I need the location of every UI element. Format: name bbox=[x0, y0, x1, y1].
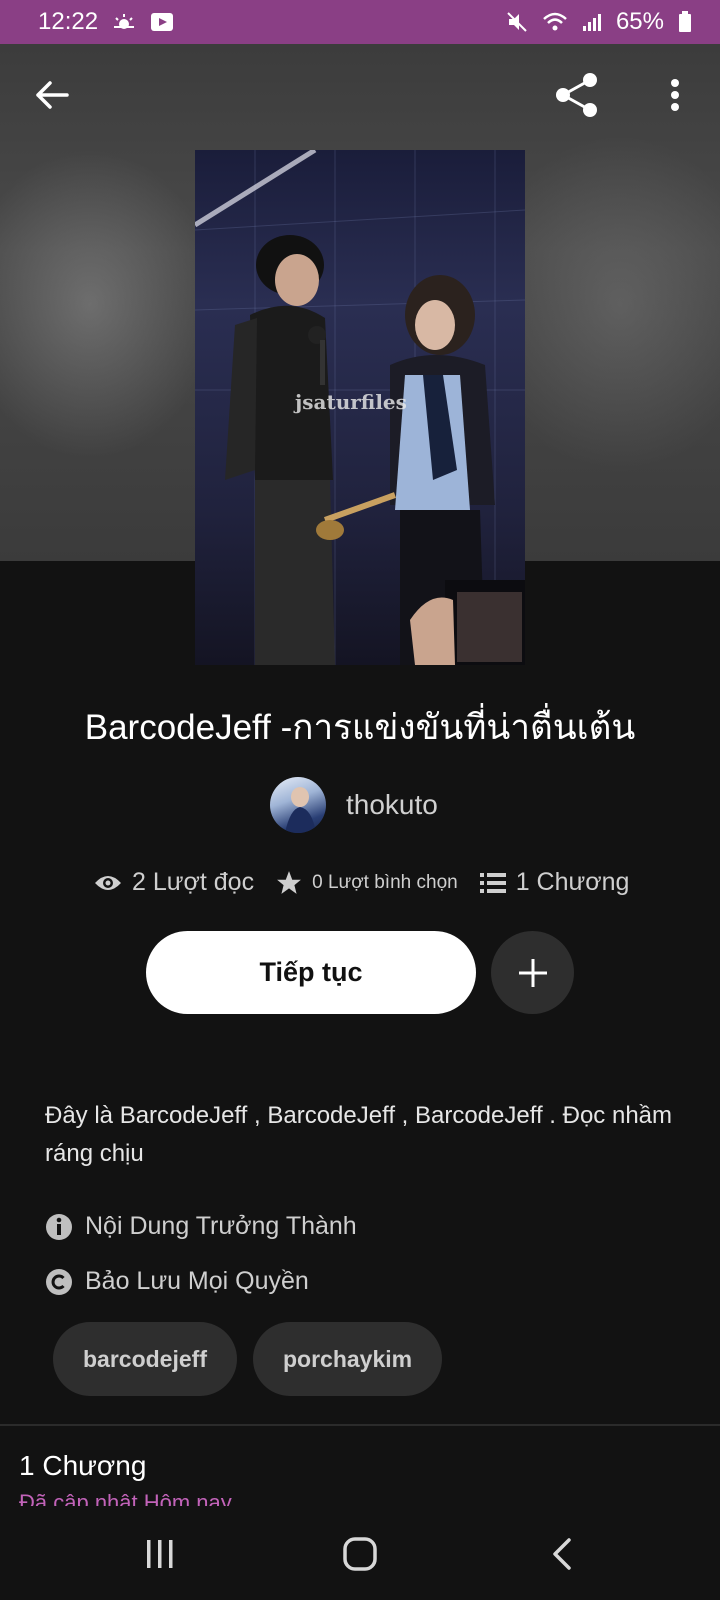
system-back-button[interactable] bbox=[532, 1524, 592, 1584]
author-link[interactable]: thokuto bbox=[270, 777, 438, 833]
cover-watermark: jsaturfiles bbox=[295, 390, 407, 414]
parts-stat: 1 Chương bbox=[479, 868, 630, 897]
video-notification-icon bbox=[150, 11, 174, 33]
share-button[interactable] bbox=[549, 67, 605, 123]
copyright-row: Bảo Lưu Mọi Quyền bbox=[45, 1267, 309, 1296]
info-icon bbox=[46, 1213, 72, 1240]
tag-chip[interactable]: porchaykim bbox=[252, 1322, 443, 1396]
back-button[interactable] bbox=[24, 67, 80, 123]
author-name[interactable]: thokuto bbox=[346, 789, 438, 821]
copyright-icon bbox=[46, 1268, 72, 1295]
copyright-label: Bảo Lưu Mọi Quyền bbox=[85, 1267, 309, 1295]
section-divider bbox=[0, 1424, 720, 1426]
add-to-library-button[interactable] bbox=[491, 931, 574, 1014]
mute-icon bbox=[506, 11, 528, 33]
parts-count: 1 Chương bbox=[515, 868, 630, 896]
mature-content-row: Nội Dung Trưởng Thành bbox=[45, 1212, 357, 1241]
tag-list: barcodejeff porchaykim bbox=[53, 1322, 443, 1396]
reads-stat: 2 Lượt đọc bbox=[94, 868, 254, 897]
story-description: Đây là BarcodeJeff , BarcodeJeff , Barco… bbox=[45, 1102, 673, 1167]
reads-count: 2 Lượt đọc bbox=[132, 868, 255, 896]
share-icon bbox=[556, 73, 597, 117]
tag-chip[interactable]: barcodejeff bbox=[53, 1322, 237, 1396]
status-bar: 12:22 65% bbox=[0, 0, 720, 44]
story-cover-image: jsaturfiles bbox=[195, 150, 525, 665]
list-icon bbox=[479, 872, 506, 893]
votes-count: 0 Lượt bình chọn bbox=[312, 871, 458, 893]
home-button[interactable] bbox=[330, 1524, 390, 1584]
more-vertical-icon bbox=[671, 79, 679, 111]
system-navigation-bar bbox=[0, 1506, 720, 1600]
author-avatar[interactable] bbox=[270, 777, 326, 833]
arrow-left-icon bbox=[36, 81, 69, 109]
battery-percent: 65% bbox=[615, 8, 664, 35]
story-title: BarcodeJeff -การแข่งขันที่น่าตื่นเต้น bbox=[84, 708, 636, 747]
chevron-left-icon bbox=[553, 1538, 571, 1570]
plus-icon bbox=[518, 958, 547, 987]
wifi-icon bbox=[542, 11, 568, 33]
more-options-button[interactable] bbox=[647, 67, 703, 123]
signal-icon bbox=[582, 12, 602, 32]
star-icon bbox=[277, 870, 302, 894]
eye-icon bbox=[95, 875, 121, 890]
mature-content-label: Nội Dung Trưởng Thành bbox=[85, 1212, 357, 1240]
home-icon bbox=[343, 1537, 377, 1571]
story-stats: 2 Lượt đọc 0 Lượt bình chọn 1 Chương bbox=[94, 868, 629, 897]
status-time: 12:22 bbox=[38, 8, 99, 35]
recent-apps-button[interactable] bbox=[130, 1524, 190, 1584]
battery-icon bbox=[678, 11, 692, 33]
votes-stat: 0 Lượt bình chọn bbox=[276, 870, 458, 896]
chapters-count[interactable]: 1 Chương bbox=[19, 1450, 146, 1482]
recent-apps-icon bbox=[147, 1540, 173, 1568]
continue-reading-button[interactable]: Tiếp tục bbox=[146, 931, 476, 1014]
weather-icon bbox=[112, 12, 136, 32]
